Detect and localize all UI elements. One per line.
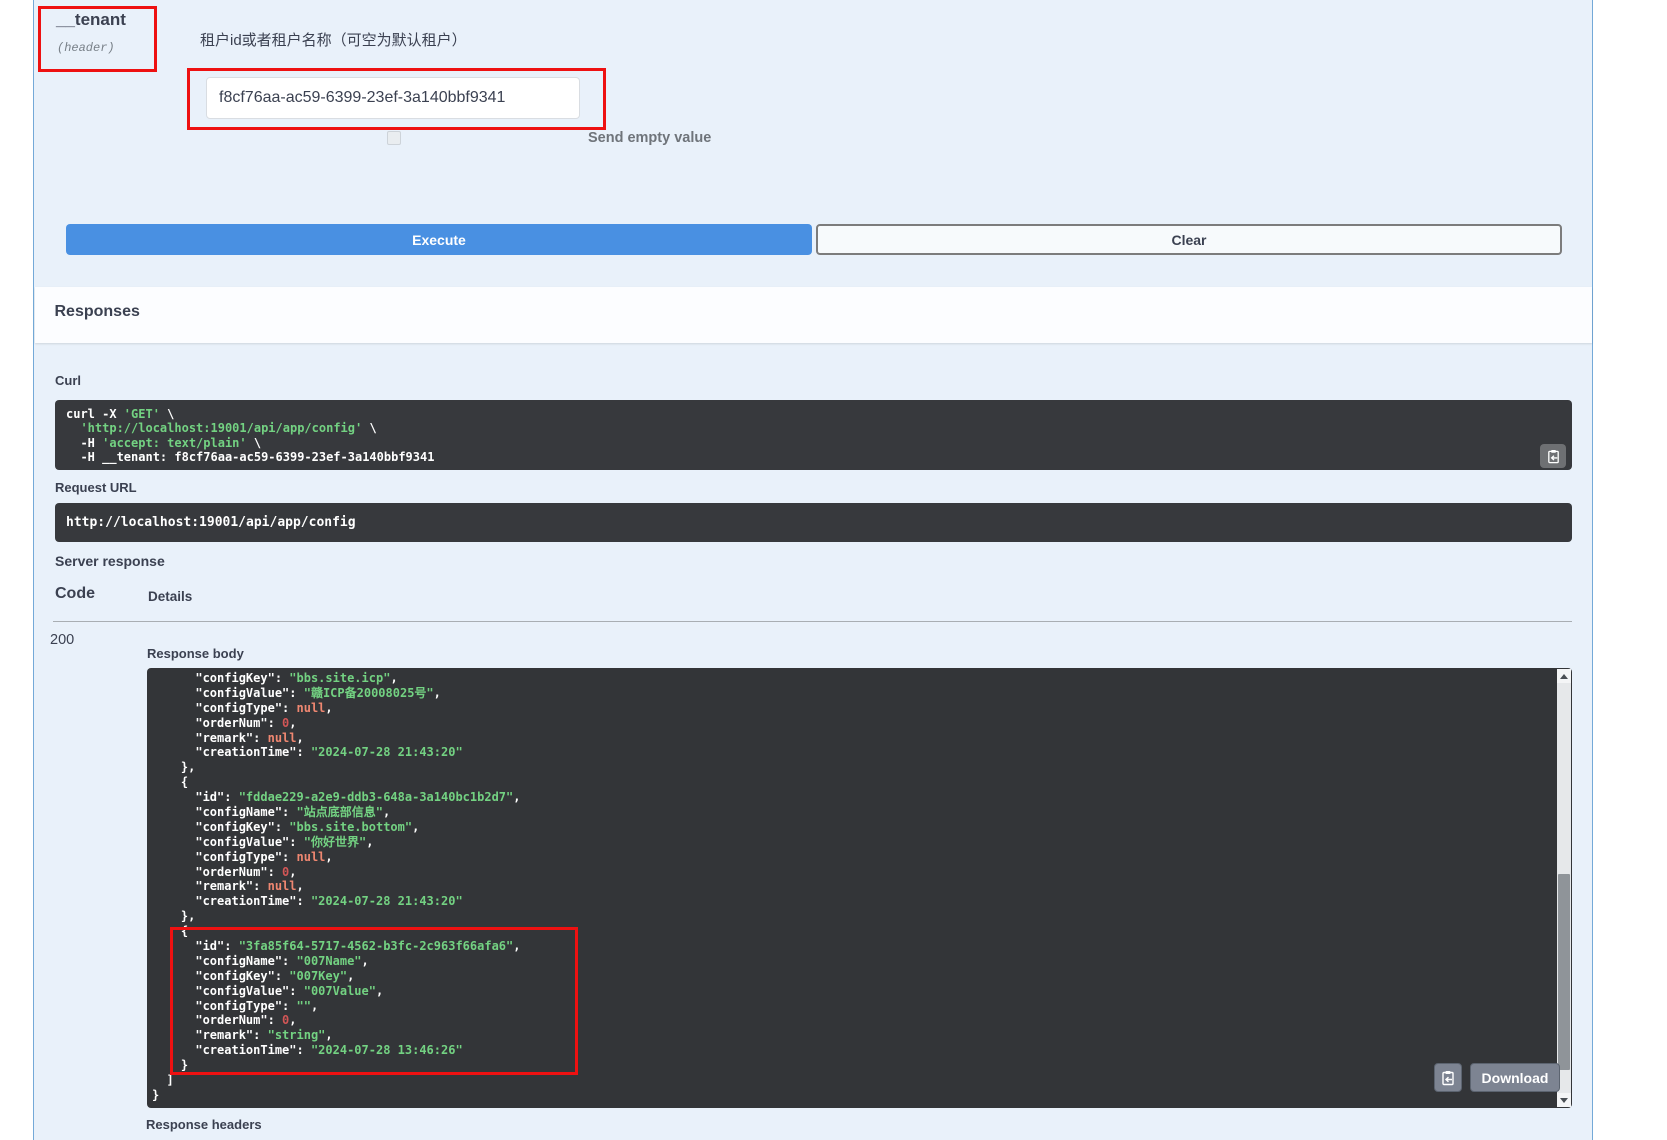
response-body-block[interactable]: "configKey": "bbs.site.icp", "configValu… xyxy=(147,668,1572,1108)
response-body-label: Response body xyxy=(147,646,244,661)
response-headers-label: Response headers xyxy=(146,1117,262,1132)
swagger-operation-page: __tenant (header) 租户id或者租户名称（可空为默认租户） Se… xyxy=(0,0,1667,1140)
code-column-header: Code xyxy=(55,585,95,603)
curl-command-block: curl -X 'GET' \ 'http://localhost:19001/… xyxy=(55,400,1572,470)
send-empty-label: Send empty value xyxy=(588,130,711,146)
responses-section-header: Responses xyxy=(35,287,1592,343)
responses-title: Responses xyxy=(55,303,140,321)
server-response-label: Server response xyxy=(55,553,165,569)
divider xyxy=(53,621,1572,622)
copy-to-clipboard-icon[interactable] xyxy=(1540,444,1566,468)
clipboard-icon xyxy=(1546,449,1561,464)
execute-button[interactable]: Execute xyxy=(66,224,812,255)
chevron-up-icon[interactable] xyxy=(1557,669,1571,683)
request-url-block: http://localhost:19001/api/app/config xyxy=(55,503,1572,542)
download-button[interactable]: Download xyxy=(1470,1063,1560,1092)
parameter-name: __tenant xyxy=(56,10,126,30)
chevron-down-icon[interactable] xyxy=(1557,1093,1571,1107)
status-code: 200 xyxy=(50,632,74,648)
copy-to-clipboard-icon[interactable] xyxy=(1434,1063,1462,1092)
scrollbar-thumb[interactable] xyxy=(1558,874,1570,1070)
send-empty-checkbox[interactable] xyxy=(387,131,401,145)
parameter-description: 租户id或者租户名称（可空为默认租户） xyxy=(200,29,467,50)
details-column-header: Details xyxy=(148,589,192,604)
request-url-label: Request URL xyxy=(55,480,137,495)
clear-button[interactable]: Clear xyxy=(816,224,1562,255)
clipboard-icon xyxy=(1440,1070,1456,1086)
curl-label: Curl xyxy=(55,373,81,388)
response-body-scrollbar[interactable] xyxy=(1557,669,1571,1107)
parameter-location: (header) xyxy=(57,41,115,55)
tenant-value-input[interactable] xyxy=(206,77,580,119)
